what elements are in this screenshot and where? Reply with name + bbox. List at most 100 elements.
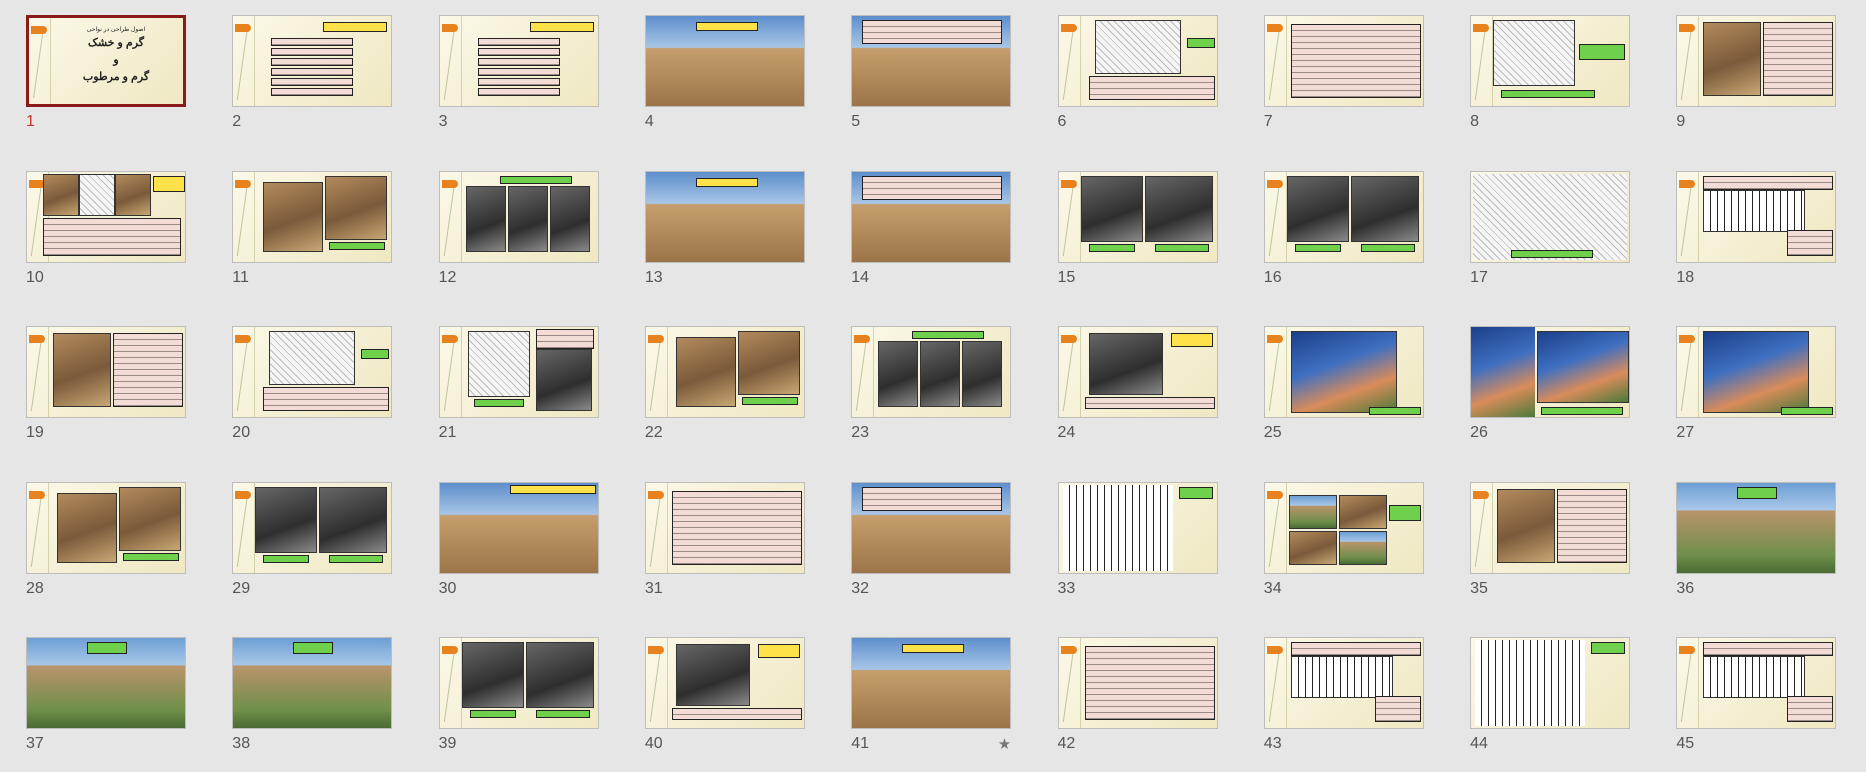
slide-number: 9 bbox=[1676, 113, 1686, 130]
slide-thumbnail-cell[interactable]: 28 bbox=[26, 481, 186, 602]
slide-thumbnail-cell[interactable]: 32 bbox=[851, 481, 1012, 602]
slide-thumbnail-5[interactable] bbox=[851, 15, 1012, 107]
slide-thumbnail-cell[interactable]: 22 bbox=[644, 326, 805, 446]
slide-thumbnail-25[interactable] bbox=[1263, 326, 1424, 418]
slide-thumbnail-cell[interactable]: 29 bbox=[232, 481, 393, 602]
slide-thumbnail-cell[interactable]: اصول طراحی در نواحی گرم و خشک و گرم و مرطوب… bbox=[26, 15, 186, 135]
slide-thumbnail-cell[interactable]: 27 bbox=[1676, 326, 1837, 446]
slide-thumbnail-21[interactable] bbox=[438, 326, 599, 418]
slide-thumbnail-36[interactable] bbox=[1676, 481, 1837, 574]
slide-thumbnail-cell[interactable]: 19 bbox=[26, 326, 186, 446]
slide-thumbnail-cell[interactable]: 38 bbox=[232, 637, 393, 757]
slide-thumbnail-16[interactable] bbox=[1263, 170, 1424, 263]
slide-thumbnail-cell[interactable]: 24 bbox=[1057, 326, 1218, 446]
slide-thumbnail-28[interactable] bbox=[26, 481, 186, 574]
slide-thumbnail-cell[interactable]: 43 bbox=[1263, 637, 1424, 757]
slide-thumbnail-cell[interactable]: 34 bbox=[1263, 481, 1424, 602]
slide-thumbnail-22[interactable] bbox=[644, 326, 805, 418]
slide-thumbnail-4[interactable] bbox=[644, 15, 805, 107]
slide-thumbnail-cell[interactable]: 16 bbox=[1263, 170, 1424, 291]
slide-thumbnail-cell[interactable]: 7 bbox=[1263, 15, 1424, 135]
list-row bbox=[477, 88, 560, 96]
slide-thumbnail-14[interactable] bbox=[851, 170, 1012, 263]
slide-thumbnail-cell[interactable]: 44 bbox=[1470, 637, 1631, 757]
slide-thumbnail-24[interactable] bbox=[1057, 326, 1218, 418]
slide-thumbnail-cell[interactable]: 14 bbox=[851, 170, 1012, 291]
slide-thumbnail-cell[interactable]: 18 bbox=[1676, 170, 1837, 291]
slide-thumbnail-8[interactable] bbox=[1470, 15, 1631, 107]
slide-thumbnail-cell[interactable]: 12 bbox=[438, 170, 599, 291]
slide-thumbnail-cell[interactable]: 41 ★ bbox=[851, 637, 1012, 757]
slide-thumbnail-2[interactable] bbox=[232, 15, 393, 107]
slide-thumbnail-cell[interactable]: 6 bbox=[1057, 15, 1218, 135]
slide-thumbnail-cell[interactable]: 37 bbox=[26, 637, 186, 757]
slide-thumbnail-18[interactable] bbox=[1676, 170, 1837, 263]
slide-thumbnail-1[interactable]: اصول طراحی در نواحی گرم و خشک و گرم و مرطوب bbox=[26, 15, 186, 107]
slide-thumbnail-13[interactable] bbox=[644, 170, 805, 263]
caption-label bbox=[1501, 90, 1596, 98]
star-icon[interactable]: ★ bbox=[998, 735, 1011, 753]
slide-thumbnail-cell[interactable]: 13 bbox=[644, 170, 805, 291]
slide-thumbnail-cell[interactable]: 5 bbox=[851, 15, 1012, 135]
slide-thumbnail-cell[interactable]: 26 bbox=[1470, 326, 1631, 446]
slide-thumbnail-cell[interactable]: 23 bbox=[851, 326, 1012, 446]
slide-thumbnail-cell[interactable]: 9 bbox=[1676, 15, 1837, 135]
slide-thumbnail-41[interactable] bbox=[851, 637, 1012, 729]
slide-thumbnail-44[interactable] bbox=[1470, 637, 1631, 729]
slide-thumbnail-34[interactable] bbox=[1263, 481, 1424, 574]
slide-heading bbox=[153, 175, 185, 192]
slide-thumbnail-cell[interactable]: 20 bbox=[232, 326, 393, 446]
slide-thumbnail-26[interactable] bbox=[1470, 326, 1631, 418]
slide-thumbnail-11[interactable] bbox=[232, 170, 393, 263]
slide-thumbnail-cell[interactable]: 36 bbox=[1676, 481, 1837, 602]
slide-thumbnail-37[interactable] bbox=[26, 637, 186, 729]
slide-thumbnail-17[interactable] bbox=[1470, 170, 1631, 263]
slide-thumbnail-32[interactable] bbox=[851, 481, 1012, 574]
slide-thumbnail-cell[interactable]: 11 bbox=[232, 170, 393, 291]
slide-thumbnail-33[interactable] bbox=[1057, 481, 1218, 574]
slide-thumbnail-27[interactable] bbox=[1676, 326, 1837, 418]
accent-tab-icon bbox=[647, 646, 664, 654]
slide-thumbnail-cell[interactable]: 8 bbox=[1470, 15, 1631, 135]
slide-thumbnail-40[interactable] bbox=[644, 637, 805, 729]
slide-thumbnail-10[interactable] bbox=[26, 170, 186, 263]
slide-thumbnail-cell[interactable]: 33 bbox=[1057, 481, 1218, 602]
slide-thumbnail-cell[interactable]: 3 bbox=[438, 15, 599, 135]
slide-thumbnail-42[interactable] bbox=[1057, 637, 1218, 729]
slide-thumbnail-cell[interactable]: 45 bbox=[1676, 637, 1837, 757]
slide-thumbnail-cell[interactable]: 35 bbox=[1470, 481, 1631, 602]
slide-thumbnail-45[interactable] bbox=[1676, 637, 1837, 729]
slide-thumbnail-31[interactable] bbox=[644, 481, 805, 574]
slide-thumbnail-39[interactable] bbox=[438, 637, 599, 729]
slide-thumbnail-cell[interactable]: 30 bbox=[438, 481, 599, 602]
slide-thumbnail-cell[interactable]: 2 bbox=[232, 15, 393, 135]
slide-thumbnail-cell[interactable]: 40 bbox=[644, 637, 805, 757]
slide-photo bbox=[1338, 494, 1387, 529]
slide-thumbnail-3[interactable] bbox=[438, 15, 599, 107]
title-line2: و bbox=[113, 54, 119, 66]
slide-thumbnail-cell[interactable]: 10 bbox=[26, 170, 186, 291]
slide-thumbnail-12[interactable] bbox=[438, 170, 599, 263]
slide-thumbnail-9[interactable] bbox=[1676, 15, 1837, 107]
slide-thumbnail-6[interactable] bbox=[1057, 15, 1218, 107]
slide-thumbnail-23[interactable] bbox=[851, 326, 1012, 418]
slide-thumbnail-cell[interactable]: 39 bbox=[438, 637, 599, 757]
slide-thumbnail-20[interactable] bbox=[232, 326, 393, 418]
slide-thumbnail-cell[interactable]: 15 bbox=[1057, 170, 1218, 291]
slide-thumbnail-29[interactable] bbox=[232, 481, 393, 574]
slide-thumbnail-38[interactable] bbox=[232, 637, 393, 729]
slide-thumbnail-cell[interactable]: 42 bbox=[1057, 637, 1218, 757]
slide-thumbnail-19[interactable] bbox=[26, 326, 186, 418]
slide-thumbnail-35[interactable] bbox=[1470, 481, 1631, 574]
slide-thumbnail-15[interactable] bbox=[1057, 170, 1218, 263]
slide-thumbnail-cell[interactable]: 17 bbox=[1470, 170, 1631, 291]
slide-thumbnail-30[interactable] bbox=[438, 481, 599, 574]
slide-sorter-grid: اصول طراحی در نواحی گرم و خشک و گرم و مرطوب… bbox=[0, 0, 1866, 772]
slide-thumbnail-cell[interactable]: 4 bbox=[644, 15, 805, 135]
slide-thumbnail-cell[interactable]: 25 bbox=[1263, 326, 1424, 446]
slide-number: 18 bbox=[1676, 268, 1695, 286]
slide-thumbnail-cell[interactable]: 31 bbox=[644, 481, 805, 602]
slide-thumbnail-7[interactable] bbox=[1263, 15, 1424, 107]
slide-thumbnail-43[interactable] bbox=[1263, 637, 1424, 729]
slide-thumbnail-cell[interactable]: 21 bbox=[438, 326, 599, 446]
